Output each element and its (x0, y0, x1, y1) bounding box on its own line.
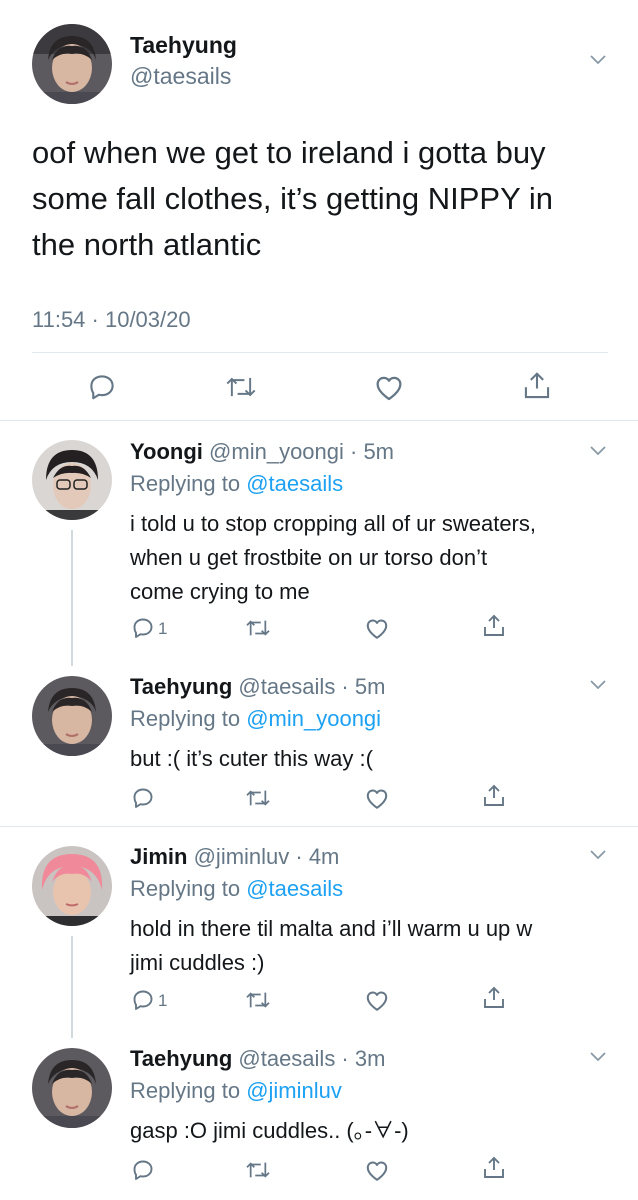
share-icon[interactable] (482, 1155, 506, 1181)
replying-to-label: Replying to (130, 706, 241, 731)
chevron-down-icon[interactable] (590, 850, 606, 864)
reply-handle-time[interactable]: @taesails · 5m (238, 674, 385, 699)
reply-avatar[interactable] (32, 846, 112, 926)
reply-avatar[interactable] (32, 1048, 112, 1128)
retweet-icon[interactable] (245, 1159, 271, 1181)
reply-icon[interactable] (131, 1158, 155, 1182)
reply-text: gasp :O jimi cuddles.. (｡-∀-) (130, 1114, 409, 1148)
reply-avatar[interactable] (32, 440, 112, 520)
reply-text: i told u to stop cropping all of ur swea… (130, 507, 536, 609)
author-avatar[interactable] (32, 24, 112, 104)
retweet-icon[interactable] (225, 373, 257, 401)
like-icon[interactable] (364, 988, 390, 1012)
reply-avatar[interactable] (32, 676, 112, 756)
chevron-down-icon[interactable] (590, 446, 606, 460)
reply-header: Yoongi @min_yoongi · 5m (130, 439, 394, 465)
reply-icon[interactable] (131, 786, 155, 810)
reply-header: Jimin @jiminluv · 4m (130, 844, 339, 870)
reply-author-name[interactable]: Yoongi (130, 439, 203, 464)
chevron-down-icon[interactable] (590, 1052, 606, 1066)
like-icon[interactable] (364, 616, 390, 640)
tweet-text-line: some fall clothes, it’s getting NIPPY in (32, 181, 553, 216)
retweet-icon[interactable] (245, 989, 271, 1011)
reply-icon[interactable] (87, 372, 117, 402)
reply-icon[interactable] (131, 616, 155, 640)
replying-to-link[interactable]: @jiminluv (246, 1078, 342, 1103)
divider (32, 352, 608, 353)
reply-icon[interactable] (131, 988, 155, 1012)
share-icon[interactable] (482, 613, 506, 639)
replying-to: Replying to @jiminluv (130, 1078, 342, 1104)
like-icon[interactable] (373, 372, 405, 402)
divider (0, 420, 638, 421)
reply-text-line: jimi cuddles :) (130, 950, 265, 975)
reply-text-line: come crying to me (130, 579, 310, 604)
share-icon[interactable] (522, 370, 552, 402)
replying-to-link[interactable]: @min_yoongi (246, 706, 381, 731)
replying-to: Replying to @taesails (130, 471, 343, 497)
thread-line (71, 936, 73, 1038)
replying-to-link[interactable]: @taesails (246, 471, 343, 496)
reply-text-line: gasp :O jimi cuddles.. (｡-∀-) (130, 1118, 409, 1143)
reply-header: Taehyung @taesails · 5m (130, 674, 385, 700)
divider (0, 826, 638, 827)
chevron-down-icon[interactable] (590, 680, 606, 694)
author-handle[interactable]: @taesails (130, 63, 231, 90)
share-icon[interactable] (482, 985, 506, 1011)
reply-text: hold in there til malta and i’ll warm u … (130, 912, 532, 980)
replying-to: Replying to @min_yoongi (130, 706, 381, 732)
retweet-icon[interactable] (245, 617, 271, 639)
reply-handle-time[interactable]: @taesails · 3m (238, 1046, 385, 1071)
reply-handle-time[interactable]: @min_yoongi · 5m (209, 439, 394, 464)
chevron-down-icon[interactable] (590, 55, 606, 69)
thread-line (71, 530, 73, 666)
reply-author-name[interactable]: Taehyung (130, 674, 232, 699)
author-name[interactable]: Taehyung (130, 32, 237, 59)
replying-to-link[interactable]: @taesails (246, 876, 343, 901)
replying-to-label: Replying to (130, 876, 241, 901)
reply-count: 1 (158, 619, 168, 638)
like-icon[interactable] (364, 786, 390, 810)
reply-author-name[interactable]: Jimin (130, 844, 187, 869)
replying-to: Replying to @taesails (130, 876, 343, 902)
replying-to-label: Replying to (130, 1078, 241, 1103)
reply-count: 1 (158, 991, 168, 1010)
retweet-icon[interactable] (245, 787, 271, 809)
reply-handle-time[interactable]: @jiminluv · 4m (194, 844, 340, 869)
tweet-text: oof when we get to ireland i gotta buy s… (32, 130, 553, 268)
like-icon[interactable] (364, 1158, 390, 1182)
share-icon[interactable] (482, 783, 506, 809)
tweet-text-line: oof when we get to ireland i gotta buy (32, 135, 546, 170)
reply-text-line: but :( it’s cuter this way :( (130, 746, 373, 771)
reply-header: Taehyung @taesails · 3m (130, 1046, 385, 1072)
reply-text-line: i told u to stop cropping all of ur swea… (130, 511, 536, 536)
tweet-text-line: the north atlantic (32, 227, 262, 262)
reply-author-name[interactable]: Taehyung (130, 1046, 232, 1071)
replying-to-label: Replying to (130, 471, 241, 496)
reply-text: but :( it’s cuter this way :( (130, 742, 373, 776)
tweet-timestamp[interactable]: 11:54 · 10/03/20 (32, 307, 191, 333)
reply-text-line: when u get frostbite on ur torso don’t (130, 545, 488, 570)
reply-text-line: hold in there til malta and i’ll warm u … (130, 916, 533, 941)
